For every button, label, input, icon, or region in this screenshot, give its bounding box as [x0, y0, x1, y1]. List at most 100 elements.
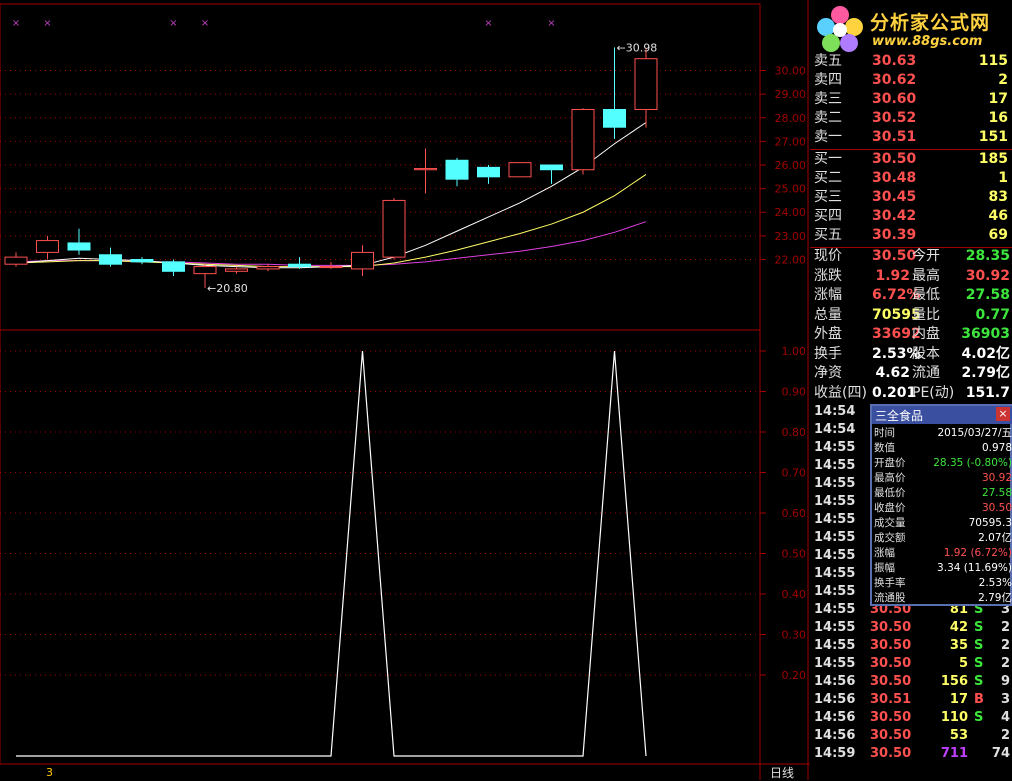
tick-volume: 42: [949, 620, 968, 635]
ask-row[interactable]: 卖五 30.63 115: [810, 52, 1012, 71]
popup-header[interactable]: 三全食品 ×: [872, 406, 1012, 424]
bid-label: 买一: [814, 151, 842, 167]
ask-label: 卖一: [814, 129, 842, 145]
ask-price: 30.60: [872, 91, 917, 107]
signal-marker: ×: [484, 18, 492, 29]
stat-value: 4.02亿: [961, 345, 1010, 362]
y-tick-label: 0.80: [782, 426, 807, 439]
popup-key: 开盘价: [874, 457, 906, 469]
tick-price: 30.51: [870, 692, 912, 707]
y-tick-label: 29.00: [775, 88, 807, 101]
stat-value: 4.62: [875, 365, 910, 381]
candle-body-up: [319, 266, 343, 269]
tick-time: 14:55: [814, 638, 856, 653]
tick-row: 14:56 30.50 110 S 4: [810, 709, 1012, 727]
stat-value: 27.58: [965, 287, 1010, 303]
tick-time: 14:56: [814, 728, 856, 743]
tick-time: 14:54: [814, 404, 856, 419]
flower-logo-icon: [817, 6, 863, 52]
stat-row[interactable]: 涨幅 6.72% 最低 27.58: [810, 286, 1012, 305]
stat-row[interactable]: 外盘 33692 内盘 36903: [810, 325, 1012, 344]
stat-value: 36903: [961, 326, 1010, 342]
info-popup[interactable]: 三全食品 × 时间 2015/03/27/五 数值 0.978 开盘价 28.35 (-0…: [870, 404, 1012, 606]
stat-value: 30.50: [872, 248, 917, 264]
bid-row[interactable]: 买四 30.42 46: [810, 207, 1012, 226]
stat-row[interactable]: 总量 70595 量比 0.77: [810, 306, 1012, 325]
ask-row[interactable]: 卖四 30.62 2: [810, 71, 1012, 90]
ask-label: 卖二: [814, 110, 842, 126]
tick-time: 14:55: [814, 476, 856, 491]
tick-time: 14:55: [814, 584, 856, 599]
popup-key: 最高价: [874, 472, 906, 484]
stat-key: 外盘: [814, 326, 842, 342]
tick-price: 30.50: [870, 746, 912, 761]
stat-value: 6.72%: [872, 287, 921, 303]
tick-side: S: [974, 656, 984, 671]
stat-row[interactable]: 现价 30.50 今开 28.35: [810, 247, 1012, 266]
candle-body-down: [67, 242, 91, 251]
bid-price: 30.42: [872, 208, 917, 224]
candle-body-up: [193, 266, 217, 275]
candle-body-up: [414, 168, 437, 171]
candle-body-up: [351, 251, 374, 270]
tick-price: 30.50: [870, 638, 912, 653]
bid-label: 买二: [814, 170, 842, 186]
y-tick-label: 27.00: [775, 135, 807, 148]
popup-row: 成交量 70595.3: [872, 516, 1012, 531]
tick-time: 14:55: [814, 548, 856, 563]
ask-volume: 17: [988, 91, 1008, 107]
tick-time: 14:56: [814, 710, 856, 725]
tick-count: 9: [1000, 674, 1010, 689]
candle-body-down: [162, 261, 185, 272]
stat-value: 0.77: [975, 306, 1010, 323]
stat-row[interactable]: 收益(四) 0.201 PE(动) 151.7: [810, 384, 1012, 403]
ask-row[interactable]: 卖二 30.52 16: [810, 109, 1012, 128]
stat-value: 0.201: [872, 384, 917, 401]
tick-count: 2: [1000, 620, 1010, 635]
bid-row[interactable]: 买一 30.50 185: [810, 150, 1012, 169]
ask-volume: 16: [988, 110, 1008, 126]
bid-row[interactable]: 买五 30.39 69: [810, 226, 1012, 245]
candle-body-up: [508, 162, 532, 178]
candle-body-up: [4, 256, 28, 265]
stat-key: 最低: [912, 287, 940, 303]
close-button[interactable]: ×: [996, 407, 1010, 421]
ask-row[interactable]: 卖一 30.51 151: [810, 128, 1012, 147]
period-tab-daily[interactable]: 日线: [770, 764, 794, 781]
tick-time: 14:59: [814, 746, 856, 761]
bid-row[interactable]: 买二 30.48 1: [810, 169, 1012, 188]
y-tick-label: 25.00: [775, 183, 807, 196]
stat-value: 1.92: [875, 267, 910, 284]
popup-value: 1.92 (6.72%): [943, 547, 1012, 559]
tick-count: 3: [1000, 692, 1010, 707]
stat-key: 涨幅: [814, 287, 842, 303]
signal-marker: ×: [169, 18, 177, 29]
popup-row: 涨幅 1.92 (6.72%): [872, 546, 1012, 561]
bid-row[interactable]: 买三 30.45 83: [810, 188, 1012, 207]
bid-volume: 185: [978, 151, 1008, 167]
stat-key: 量比: [912, 306, 940, 323]
chart-area[interactable]: 30.00 29.00 28.00 27.00 26.00 25.00 24.00 23.00…: [0, 0, 810, 780]
stat-row[interactable]: 换手 2.53% 股本 4.02亿: [810, 345, 1012, 364]
ask-label: 卖四: [814, 72, 842, 88]
tick-side: S: [974, 638, 984, 653]
popup-value: 2.07亿: [978, 532, 1012, 544]
stat-key: 涨跌: [814, 267, 842, 284]
stat-key: 今开: [912, 248, 940, 264]
candle-body-down: [540, 164, 563, 171]
y-tick-label: 0.30: [782, 629, 807, 642]
stat-value: 151.7: [965, 384, 1010, 401]
stat-key: PE(动): [912, 384, 955, 401]
popup-key: 时间: [874, 427, 895, 439]
stat-row[interactable]: 净资 4.62 流通 2.79亿: [810, 364, 1012, 383]
ask-row[interactable]: 卖三 30.60 17: [810, 90, 1012, 109]
stat-key: 最高: [912, 267, 940, 284]
popup-key: 流通股: [874, 592, 906, 604]
y-tick-label: 0.40: [782, 588, 807, 601]
tick-time: 14:55: [814, 512, 856, 527]
candle-body-down: [477, 166, 500, 178]
popup-key: 成交量: [874, 517, 906, 529]
popup-row: 换手率 2.53%: [872, 576, 1012, 591]
stat-row[interactable]: 涨跌 1.92 最高 30.92: [810, 267, 1012, 286]
bid-label: 买三: [814, 189, 842, 205]
